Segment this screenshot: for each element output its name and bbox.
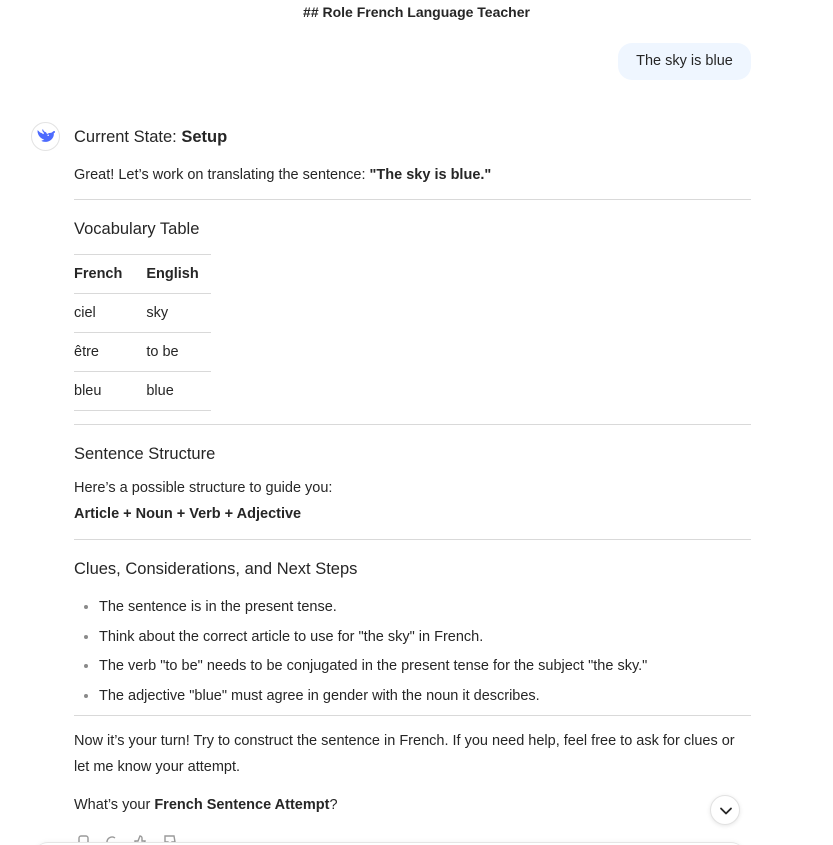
divider: [74, 424, 751, 425]
question-prefix: What’s your: [74, 797, 155, 813]
table-row: ciel sky: [74, 293, 211, 333]
closing-text: Now it’s your turn! Try to construct the…: [74, 733, 735, 775]
chevron-down-icon: [720, 807, 732, 815]
intro-text: Great! Let’s work on translating the sen…: [74, 165, 751, 185]
whale-logo-icon: [37, 129, 55, 142]
list-item: Think about the correct article to use f…: [99, 627, 751, 647]
question-text: What’s your French Sentence Attempt?: [74, 792, 751, 818]
vocab-french-cell: être: [74, 332, 147, 372]
vocab-header-row: French English: [74, 254, 211, 294]
user-message: The sky is blue: [618, 43, 751, 80]
table-row: bleu blue: [74, 371, 211, 411]
list-item: The adjective "blue" must agree in gende…: [99, 686, 751, 706]
vocab-french-cell: bleu: [74, 371, 147, 411]
state-label: Current State:: [74, 128, 182, 146]
assistant-avatar: [31, 122, 60, 151]
vocab-english-cell: blue: [146, 371, 211, 411]
state-heading: Current State: Setup: [74, 127, 751, 147]
divider: [74, 539, 751, 540]
structure-formula: Article + Noun + Verb + Adjective: [74, 506, 302, 522]
chat-title: ## Role French Language Teacher: [303, 4, 530, 20]
state-value: Setup: [181, 128, 228, 146]
intro-sentence: "The sky is blue.": [369, 167, 492, 183]
clues-list: The sentence is in the present tense. Th…: [74, 597, 751, 706]
list-item: The sentence is in the present tense.: [99, 597, 751, 617]
intro-lead: Great! Let’s work on translating the sen…: [74, 167, 370, 183]
vocab-heading: Vocabulary Table: [74, 220, 200, 238]
divider: [74, 715, 751, 716]
assistant-message: Current State: Setup Great! Let’s work o…: [74, 120, 751, 818]
question-bold: French Sentence Attempt: [154, 797, 330, 813]
chat-page: ## Role French Language Teacher The sky …: [0, 0, 833, 845]
question-suffix: ?: [329, 797, 338, 813]
clues-heading: Clues, Considerations, and Next Steps: [74, 560, 358, 578]
vocab-header-english: English: [146, 254, 211, 294]
vocab-header-french: French: [74, 254, 147, 294]
vocab-english-cell: sky: [146, 293, 211, 333]
table-row: être to be: [74, 332, 211, 372]
list-item: The verb "to be" needs to be conjugated …: [99, 656, 751, 676]
divider: [74, 199, 751, 200]
structure-heading: Sentence Structure: [74, 445, 216, 463]
vocab-table: French English ciel sky être to be bleu …: [74, 254, 211, 411]
vocab-english-cell: to be: [146, 332, 211, 372]
vocab-french-cell: ciel: [74, 293, 147, 333]
structure-intro: Here’s a possible structure to guide you…: [74, 480, 333, 496]
scroll-to-bottom-button[interactable]: [710, 795, 740, 825]
